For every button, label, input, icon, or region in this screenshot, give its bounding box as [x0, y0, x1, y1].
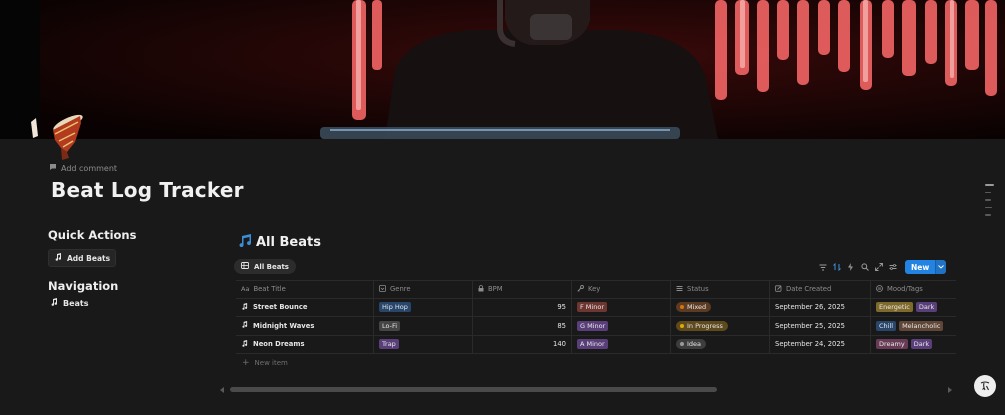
beat-title[interactable]: Street Bounce — [253, 303, 308, 311]
column-header-key[interactable]: Key — [572, 281, 671, 298]
scroll-right-icon[interactable] — [948, 387, 952, 393]
new-button-label: New — [905, 260, 936, 274]
mood-tag: Dark — [910, 339, 933, 350]
text-icon: Aa — [241, 285, 250, 294]
date-created: September 26, 2025 — [770, 298, 871, 316]
database-title[interactable]: All Beats — [238, 234, 321, 251]
date-created: September 24, 2025 — [770, 335, 871, 353]
date-created: September 25, 2025 — [770, 317, 871, 335]
page-outline[interactable] — [985, 184, 994, 216]
comment-icon — [49, 163, 57, 173]
scrollbar-thumb[interactable] — [230, 387, 717, 392]
column-header-date-created[interactable]: Date Created — [770, 281, 871, 298]
tab-all-beats[interactable]: All Beats — [234, 259, 296, 274]
mood-tag: Dreamy — [876, 339, 908, 350]
bpm-value: 85 — [473, 317, 572, 335]
key-tag: G Minor — [577, 320, 609, 331]
beat-title[interactable]: Neon Dreams — [253, 340, 305, 348]
music-note-icon — [50, 298, 58, 308]
tab-label: All Beats — [254, 262, 289, 271]
music-note-icon — [54, 253, 62, 263]
horizontal-scrollbar[interactable] — [218, 385, 956, 395]
mood-tag: Melancholic — [899, 320, 944, 331]
scroll-left-icon[interactable] — [220, 387, 224, 393]
sort-icon[interactable] — [832, 263, 841, 272]
mood-tag: Energetic — [876, 302, 913, 313]
nav-item-label: Beats — [63, 298, 89, 308]
table-row[interactable]: Midnight Waves Lo-Fi 85 G Minor In Progr… — [236, 317, 956, 336]
status-badge: In Progress — [676, 320, 728, 331]
column-header-bpm[interactable]: BPM — [473, 281, 572, 298]
page-title[interactable]: Beat Log Tracker — [51, 178, 244, 202]
status-badge: Mixed — [676, 302, 712, 313]
select-icon — [379, 284, 386, 294]
table-row[interactable]: Neon Dreams Trap 140 A Minor Idea Septem… — [236, 335, 956, 354]
mood-tag: Chill — [876, 320, 897, 331]
database-title-label: All Beats — [256, 235, 321, 250]
genre-tag: Trap — [379, 339, 399, 350]
new-item-label: New item — [254, 359, 288, 367]
search-icon[interactable] — [860, 263, 869, 272]
bpm-value: 140 — [473, 335, 572, 353]
table-view-icon — [241, 262, 249, 271]
key-tag: A Minor — [577, 339, 608, 350]
multi-select-icon — [876, 284, 883, 294]
quick-actions-heading: Quick Actions — [48, 228, 137, 242]
genre-tag: Hip Hop — [379, 302, 411, 313]
add-beats-label: Add Beats — [67, 253, 111, 263]
column-header-status[interactable]: Status — [671, 281, 770, 298]
beats-table: Aa Beat Title Genre BPM Key Status Date … — [236, 280, 956, 372]
expand-icon[interactable] — [874, 263, 883, 272]
mood-tag: Dark — [915, 302, 938, 313]
status-badge: Idea — [676, 339, 707, 350]
music-note-icon — [241, 339, 248, 349]
automation-icon[interactable] — [846, 263, 855, 272]
database-toolbar: New — [818, 260, 947, 274]
new-button[interactable]: New — [905, 260, 947, 274]
music-note-icon — [241, 321, 248, 330]
cover-image — [0, 0, 1005, 139]
drum-icon[interactable] — [28, 110, 90, 162]
status-icon — [676, 285, 683, 294]
beat-title[interactable]: Midnight Waves — [253, 322, 314, 330]
add-comment-button[interactable]: Add comment — [49, 163, 117, 173]
table-header-row: Aa Beat Title Genre BPM Key Status Date … — [236, 280, 956, 299]
filter-icon[interactable] — [818, 263, 827, 272]
add-comment-label: Add comment — [61, 163, 118, 173]
musical-notes-icon — [238, 234, 253, 251]
add-beats-button[interactable]: Add Beats — [48, 249, 117, 267]
settings-icon[interactable] — [888, 263, 897, 272]
bpm-value: 95 — [473, 298, 572, 316]
lock-icon — [478, 284, 484, 294]
nav-item-beats[interactable]: Beats — [48, 298, 218, 308]
new-item-button[interactable]: + New item — [236, 354, 956, 372]
left-column: Quick Actions Add Beats Navigation Beats — [48, 228, 218, 308]
key-tag: F Minor — [577, 302, 607, 313]
table-row[interactable]: Street Bounce Hip Hop 95 F Minor Mixed S… — [236, 298, 956, 317]
column-header-mood-tags[interactable]: Mood/Tags — [871, 281, 956, 298]
navigation-heading: Navigation — [48, 279, 119, 293]
plus-icon: + — [242, 358, 250, 368]
genre-tag: Lo-Fi — [379, 320, 401, 331]
column-header-genre[interactable]: Genre — [374, 281, 473, 298]
column-header-beat-title[interactable]: Aa Beat Title — [236, 281, 374, 298]
music-note-icon — [241, 302, 248, 312]
help-icon — [979, 377, 991, 396]
calendar-edit-icon — [775, 285, 782, 294]
key-icon — [577, 284, 584, 294]
help-button[interactable] — [974, 375, 996, 397]
chevron-down-icon[interactable] — [935, 260, 947, 274]
